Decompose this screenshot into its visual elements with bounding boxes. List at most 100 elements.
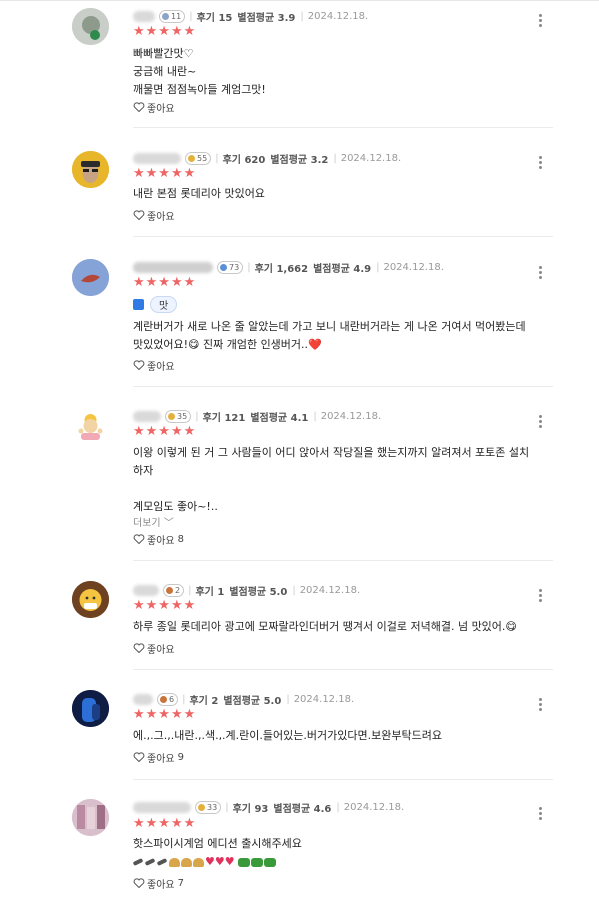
- badge-icon: [220, 263, 227, 271]
- like-label: 좋아요: [147, 103, 175, 115]
- more-options-icon[interactable]: [533, 262, 547, 282]
- see-more-link[interactable]: 더보기 ﹀: [133, 514, 174, 529]
- level-badge: 6: [157, 692, 179, 706]
- burger-icon: [181, 857, 192, 867]
- review-line: [133, 480, 545, 498]
- more-options-icon[interactable]: [533, 694, 547, 714]
- chili-icon: [132, 858, 144, 866]
- thumbs-up-icon: [133, 298, 144, 310]
- review-line: 하자: [133, 464, 154, 477]
- review-text: 핫스파이시계엄 에디션 출시해주세요 ♥♥♥: [132, 835, 545, 871]
- average-rating: 별점평균 5.0: [229, 586, 288, 598]
- heart-emoji-icon: ♥♥♥: [205, 855, 235, 868]
- average-rating: 별점평균 5.0: [223, 695, 282, 707]
- review-meta: 11 | 후기 15 별점평균 3.9 | 2024.12.18.: [133, 8, 368, 24]
- like-label: 좋아요: [147, 535, 175, 547]
- review-count: 후기 15: [196, 12, 233, 24]
- like-button[interactable]: 좋아요: [133, 640, 178, 656]
- review-text: 에.,.그.,.내란.,.색.,.계.란이.들어있는.버거가있다면.보완부탁드려…: [133, 727, 545, 745]
- like-button[interactable]: 좋아요: [133, 99, 178, 115]
- more-options-icon[interactable]: [533, 152, 547, 172]
- reviewer-name[interactable]: [133, 10, 155, 22]
- review-count: 후기 93: [232, 803, 269, 815]
- reviewer-name[interactable]: [133, 801, 191, 813]
- heart-icon: [133, 752, 145, 763]
- level-badge: 33: [195, 800, 222, 814]
- badge-count: 55: [197, 153, 208, 163]
- review-count: 후기 2: [189, 695, 219, 707]
- review-divider: [133, 236, 553, 237]
- like-button[interactable]: 좋아요 7: [133, 875, 184, 891]
- review-text: 내란 본점 롯데리아 맛있어요: [133, 185, 545, 203]
- heart-icon: [133, 210, 145, 221]
- reviewer-name[interactable]: [133, 693, 153, 705]
- like-count: 8: [177, 533, 184, 545]
- reviewer-name[interactable]: [133, 410, 161, 422]
- dragon-icon: [238, 857, 251, 867]
- level-badge: 73: [217, 260, 244, 274]
- review-line: 에.,.그.,.내란.,.색.,.계.란이.들어있는.버거가있다면.보완부탁드려…: [133, 729, 442, 742]
- review-line: 계란버거가 새로 나온 줄 알았는데 가고 보니 내란버거라는 게 나온 거여서…: [133, 320, 526, 333]
- review-meta: 35 | 후기 121 별점평균 4.1 | 2024.12.18.: [133, 408, 381, 424]
- star-rating: ★★★★★: [133, 424, 197, 439]
- avatar[interactable]: [72, 690, 109, 727]
- badge-icon: [166, 586, 173, 594]
- review-count: 후기 620: [222, 154, 266, 166]
- review-text: 계란버거가 새로 나온 줄 알았는데 가고 보니 내란버거라는 게 나온 거여서…: [133, 318, 545, 354]
- like-button[interactable]: 좋아요: [133, 357, 178, 373]
- avatar[interactable]: [72, 799, 109, 836]
- reviewer-name[interactable]: [133, 584, 159, 596]
- review-count: 후기 1,662: [254, 263, 309, 275]
- average-rating: 별점평균 4.9: [313, 263, 372, 275]
- review-divider: [133, 127, 553, 128]
- review-date: 2024.12.18.: [299, 584, 361, 596]
- star-rating: ★★★★★: [133, 166, 197, 181]
- review-divider: [133, 386, 553, 387]
- level-badge: 35: [165, 409, 192, 423]
- review-meta: 73 | 후기 1,662 별점평균 4.9 | 2024.12.18.: [133, 259, 444, 275]
- review-date: 2024.12.18.: [293, 693, 355, 705]
- review-divider: [133, 560, 553, 561]
- heart-icon: [133, 878, 145, 889]
- star-rating: ★★★★★: [133, 707, 197, 722]
- more-options-icon[interactable]: [533, 10, 547, 30]
- review-line: 맛있었어요!😋 진짜 개엄한 인생버거..❤️: [133, 338, 322, 351]
- like-button[interactable]: 좋아요 9: [133, 749, 184, 765]
- reviewer-name[interactable]: [133, 152, 181, 164]
- badge-count: 33: [207, 802, 218, 812]
- heart-icon: [133, 360, 145, 371]
- review-meta: 33 | 후기 93 별점평균 4.6 | 2024.12.18.: [133, 799, 404, 815]
- average-rating: 별점평균 3.9: [237, 12, 296, 24]
- more-options-icon[interactable]: [533, 585, 547, 605]
- level-badge: 2: [163, 583, 185, 597]
- review-date: 2024.12.18.: [340, 152, 402, 164]
- avatar[interactable]: [72, 259, 109, 296]
- heart-icon: [133, 534, 145, 545]
- badge-icon: [168, 412, 175, 420]
- like-count: 7: [177, 877, 184, 889]
- avatar[interactable]: [72, 8, 109, 45]
- more-options-icon[interactable]: [533, 803, 547, 823]
- like-button[interactable]: 좋아요: [133, 207, 178, 223]
- level-badge: 55: [185, 151, 212, 165]
- review-divider: [133, 779, 553, 780]
- reviewer-name[interactable]: [133, 261, 213, 273]
- review-text: 하루 종일 롯데리아 광고에 모짜랄라인더버거 땡겨서 이걸로 저녁해결. 넘 …: [133, 618, 545, 636]
- review-line: 핫스파이시계엄 에디션 출시해주세요: [133, 837, 302, 850]
- taste-tag[interactable]: 맛: [150, 295, 178, 313]
- heart-icon: [133, 643, 145, 654]
- like-count: 9: [177, 751, 184, 763]
- review-text: 이왕 이렇게 된 거 그 사람들이 어디 앉아서 작당질을 했는지까지 알려져서…: [133, 444, 545, 516]
- review-count: 후기 121: [202, 412, 246, 424]
- avatar[interactable]: [72, 581, 109, 618]
- badge-count: 2: [175, 585, 181, 595]
- review-line: 궁금해 내란~: [133, 65, 197, 78]
- dragon-icon: [251, 857, 264, 867]
- avatar[interactable]: [72, 151, 109, 188]
- like-button[interactable]: 좋아요 8: [133, 531, 184, 547]
- review-date: 2024.12.18.: [320, 410, 382, 422]
- review-line: 하루 종일 롯데리아 광고에 모짜랄라인더버거 땡겨서 이걸로 저녁해결. 넘 …: [133, 620, 517, 633]
- more-options-icon[interactable]: [533, 411, 547, 431]
- chili-icon: [144, 858, 156, 866]
- avatar[interactable]: [72, 406, 109, 443]
